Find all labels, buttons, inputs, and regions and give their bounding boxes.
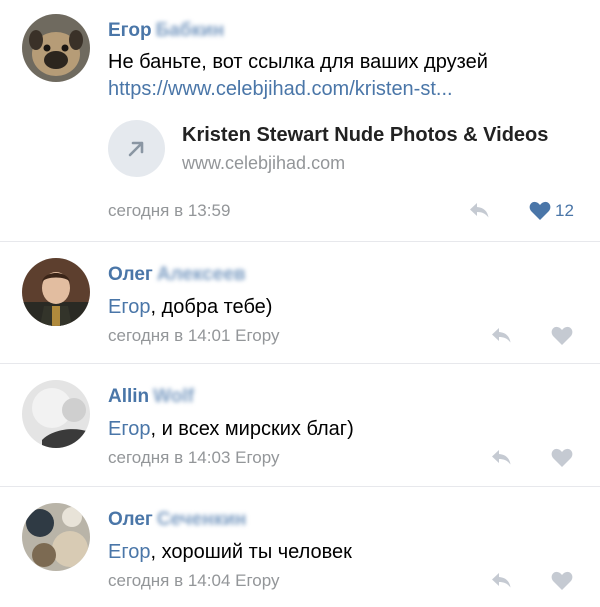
author-surname-blurred: Бабкин [155, 20, 225, 41]
heart-icon[interactable] [529, 201, 551, 221]
comment-time: сегодня в 14:03 Егору [108, 448, 280, 467]
comment-author[interactable]: Олег Алексеев [108, 264, 246, 286]
author-name[interactable]: Олег [108, 264, 153, 285]
reply-arrow-icon[interactable] [468, 201, 490, 219]
reply-to-link[interactable]: Егор [108, 296, 150, 318]
author-surname-blurred: Wolf [153, 386, 194, 407]
reply-to-link[interactable]: Егор [108, 541, 150, 563]
heart-icon[interactable] [551, 326, 573, 346]
comment-text: Егор, добра тебе) [108, 296, 272, 319]
comment-3: Allin Wolf Егор, и всех мирских благ) сег… [0, 363, 600, 486]
author-name[interactable]: Allin [108, 386, 149, 407]
author-surname-blurred: Алексеев [156, 264, 246, 285]
avatar[interactable] [22, 380, 90, 448]
arrow-up-right-icon [108, 120, 165, 177]
comment-time: сегодня в 14:04 Егору [108, 571, 280, 590]
comment-text: Егор, хороший ты человек [108, 541, 352, 564]
avatar-image [22, 503, 90, 571]
heart-icon[interactable] [551, 448, 573, 468]
comment-text: Не баньте, вот ссылка для ваших друзей [108, 51, 488, 73]
comment-body: , хороший ты человек [150, 541, 352, 563]
comment-4: Олег Сеченкин Егор, хороший ты человек се… [0, 486, 600, 607]
reply-arrow-icon[interactable] [490, 571, 512, 589]
reply-to-link[interactable]: Егор [108, 418, 150, 440]
comment-text: Егор, и всех мирских благ) [108, 418, 354, 441]
reply-arrow-icon[interactable] [490, 326, 512, 344]
heart-icon[interactable] [551, 571, 573, 591]
comment-link[interactable]: https://www.celebjihad.com/kristen-st... [108, 78, 453, 101]
like-count: 12 [555, 201, 574, 220]
attachment-title: Kristen Stewart Nude Photos & Videos [182, 124, 549, 146]
avatar-image [22, 14, 90, 82]
author-name[interactable]: Егор [108, 20, 152, 41]
comment-1: Егор Бабкин Не баньте, вот ссылка для ваш… [0, 0, 600, 241]
link-attachment[interactable]: Kristen Stewart Nude Photos & Videos www… [108, 118, 578, 182]
author-name[interactable]: Олег [108, 509, 153, 530]
avatar-image [22, 380, 90, 448]
comment-body: , добра тебе) [150, 296, 273, 318]
comment-2: Олег Алексеев Егор, добра тебе) сегодня в… [0, 241, 600, 363]
comment-time: сегодня в 14:01 Егору [108, 326, 280, 345]
author-surname-blurred: Сеченкин [156, 509, 247, 530]
comment-author[interactable]: Allin Wolf [108, 386, 194, 408]
reply-arrow-icon[interactable] [490, 448, 512, 466]
comment-time: сегодня в 13:59 [108, 201, 231, 220]
comment-body: , и всех мирских благ) [150, 418, 354, 440]
comment-author[interactable]: Олег Сеченкин [108, 509, 246, 531]
avatar[interactable] [22, 14, 90, 82]
avatar[interactable] [22, 503, 90, 571]
comment-author[interactable]: Егор Бабкин [108, 20, 224, 42]
attachment-url: www.celebjihad.com [182, 153, 346, 173]
avatar[interactable] [22, 258, 90, 326]
avatar-image [22, 258, 90, 326]
